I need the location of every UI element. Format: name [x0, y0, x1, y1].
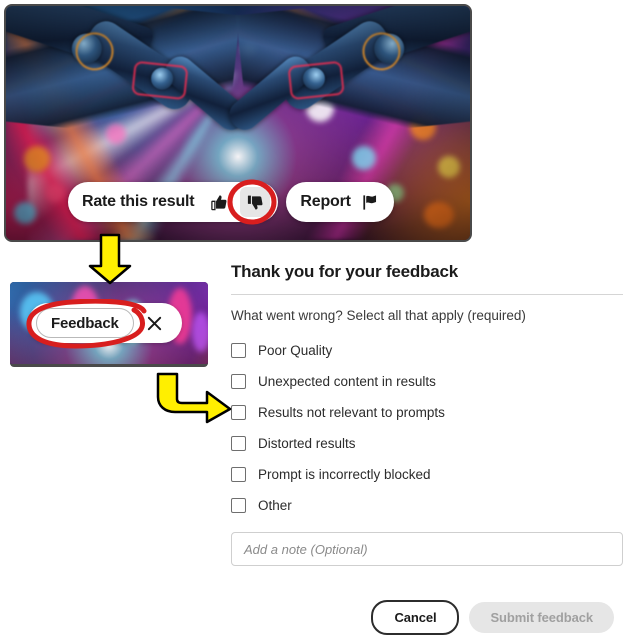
checkbox-poor-quality[interactable]	[231, 343, 246, 358]
checkbox-label: Prompt is incorrectly blocked	[258, 467, 431, 482]
checkbox-row-other[interactable]: Other	[231, 490, 623, 521]
feedback-form-title: Thank you for your feedback	[231, 262, 458, 281]
report-button[interactable]: Report	[286, 182, 394, 222]
checkbox-row-not-relevant[interactable]: Results not relevant to prompts	[231, 397, 623, 428]
thumbs-down-button[interactable]	[240, 187, 271, 217]
flag-icon	[363, 194, 376, 210]
rate-result-label: Rate this result	[82, 193, 195, 210]
rate-toolbar: Rate this result Report	[68, 182, 394, 222]
checkbox-row-incorrectly-blocked[interactable]: Prompt is incorrectly blocked	[231, 459, 623, 490]
feedback-form: Thank you for your feedback What went wr…	[231, 262, 623, 635]
checkbox-incorrectly-blocked[interactable]	[231, 467, 246, 482]
bokeh-dot	[192, 312, 208, 352]
submit-feedback-button: Submit feedback	[469, 602, 614, 633]
thumbs-up-icon	[211, 194, 227, 210]
report-label: Report	[300, 193, 351, 210]
close-icon	[147, 316, 162, 330]
note-placeholder: Add a note (Optional)	[244, 541, 368, 557]
checkbox-unexpected-content[interactable]	[231, 374, 246, 389]
checkbox-row-unexpected-content[interactable]: Unexpected content in results	[231, 366, 623, 397]
checkbox-label: Unexpected content in results	[258, 374, 436, 389]
form-actions: Cancel Submit feedback	[371, 600, 614, 635]
checkbox-label: Results not relevant to prompts	[258, 405, 445, 420]
checkbox-label: Distorted results	[258, 436, 356, 451]
checkbox-other[interactable]	[231, 498, 246, 513]
checkbox-row-distorted-results[interactable]: Distorted results	[231, 428, 623, 459]
feedback-chip-button[interactable]: Feedback	[36, 308, 134, 338]
checkbox-label: Poor Quality	[258, 343, 333, 358]
note-input[interactable]: Add a note (Optional)	[231, 532, 623, 566]
divider	[231, 294, 623, 295]
thumbs-up-button[interactable]	[204, 187, 234, 217]
cancel-button[interactable]: Cancel	[371, 600, 460, 635]
feedback-bar: Feedback	[28, 303, 182, 343]
checkbox-label: Other	[258, 498, 292, 513]
feedback-close-button[interactable]	[138, 307, 172, 339]
flow-arrow-right-annotation	[156, 372, 232, 424]
thumbs-down-icon	[247, 195, 263, 210]
rate-result-group: Rate this result	[68, 182, 279, 222]
checkbox-row-poor-quality[interactable]: Poor Quality	[231, 335, 623, 366]
checkbox-not-relevant[interactable]	[231, 405, 246, 420]
feedback-question: What went wrong? Select all that apply (…	[231, 308, 526, 323]
checkbox-distorted-results[interactable]	[231, 436, 246, 451]
